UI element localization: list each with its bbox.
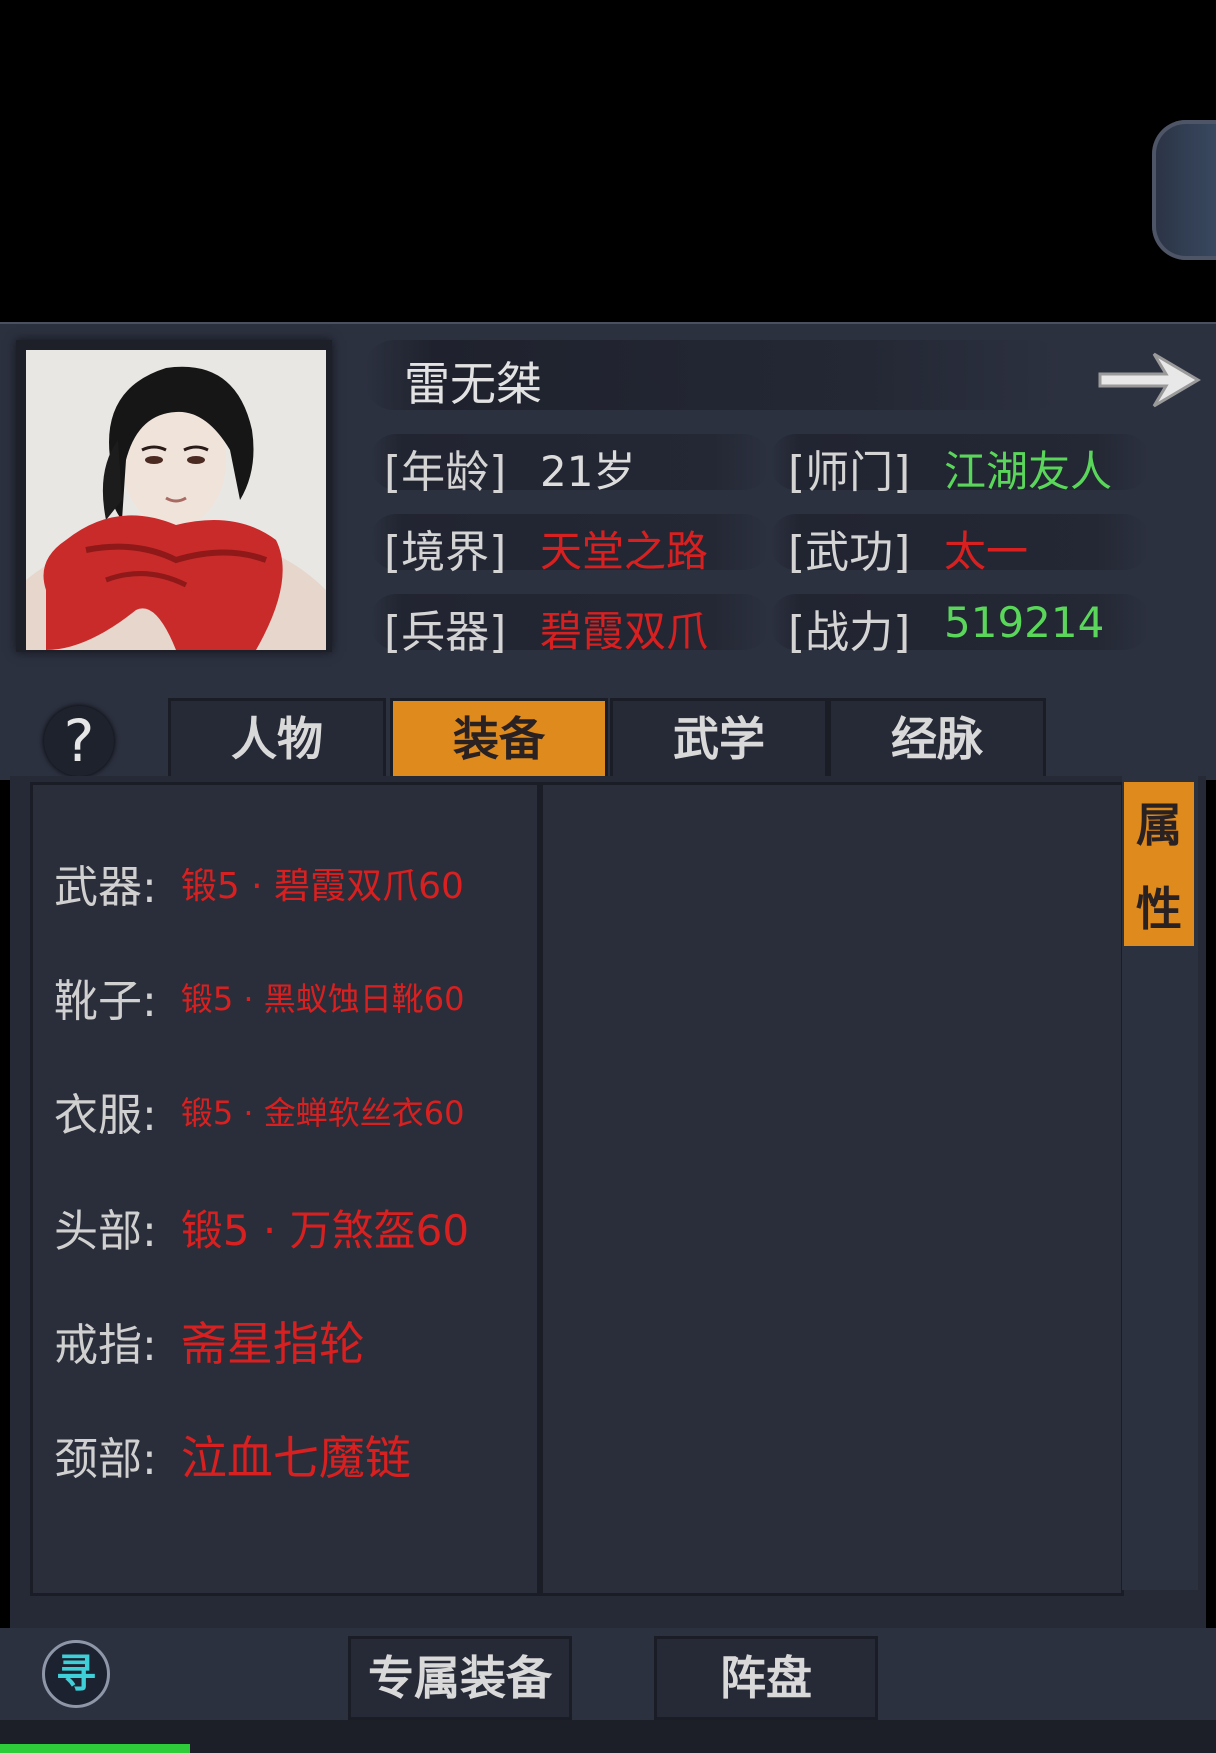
tab-equipment[interactable]: 装备 xyxy=(390,698,608,780)
attributes-button-char: 属 xyxy=(1136,798,1182,852)
exclusive-equipment-button[interactable]: 专属装备 xyxy=(348,1636,572,1720)
next-character-arrow-icon[interactable] xyxy=(1094,344,1204,414)
equip-slot-label: 衣服: xyxy=(54,1090,157,1141)
tab-martial-arts[interactable]: 武学 xyxy=(610,698,828,780)
equip-row-neck[interactable]: 颈部: 泣血七魔链 xyxy=(54,1420,411,1490)
equip-slot-label: 颈部: xyxy=(54,1434,157,1485)
stat-value-martial: 太一 xyxy=(944,527,1029,576)
attributes-button[interactable]: 属 性 xyxy=(1124,782,1194,946)
tab-meridians[interactable]: 经脉 xyxy=(828,698,1046,780)
equip-row-ring[interactable]: 戒指: 斋星指轮 xyxy=(54,1306,365,1376)
stat-value-sect: 江湖友人 xyxy=(944,447,1113,496)
equip-slot-label: 戒指: xyxy=(54,1320,157,1371)
equip-slot-label: 靴子: xyxy=(54,976,157,1027)
stat-value-age: 21岁 xyxy=(540,447,636,496)
search-icon[interactable]: 寻 xyxy=(42,1640,110,1708)
stat-value-weapon: 碧霞双爪 xyxy=(540,607,709,656)
equip-row-boots[interactable]: 靴子: 锻5 · 黑蚁蚀日靴60 xyxy=(54,962,464,1032)
portrait-illustration xyxy=(26,350,326,650)
stat-label-sect: [师门] xyxy=(788,447,911,498)
stat-label-realm: [境界] xyxy=(384,527,507,578)
equip-row-clothes[interactable]: 衣服: 锻5 · 金蝉软丝衣60 xyxy=(54,1076,464,1146)
equip-slot-label: 头部: xyxy=(54,1206,157,1257)
equip-item-name: 锻5 · 黑蚁蚀日靴60 xyxy=(180,980,465,1018)
stat-label-martial: [武功] xyxy=(788,527,911,578)
bottom-bar xyxy=(0,1628,1216,1720)
scroll-menu-widget[interactable] xyxy=(1152,120,1216,260)
progress-indicator xyxy=(0,1744,190,1753)
equipment-detail-panel xyxy=(540,782,1124,1596)
equip-item-name: 锻5 · 碧霞双爪60 xyxy=(180,866,464,907)
tab-character[interactable]: 人物 xyxy=(168,698,386,780)
equip-row-head[interactable]: 头部: 锻5 · 万煞盔60 xyxy=(54,1192,469,1262)
equip-item-name: 锻5 · 万煞盔60 xyxy=(180,1205,470,1255)
equip-item-name: 泣血七魔链 xyxy=(180,1431,411,1485)
stat-value-realm: 天堂之路 xyxy=(540,527,709,576)
equip-item-name: 斋星指轮 xyxy=(180,1317,365,1371)
attributes-button-char: 性 xyxy=(1136,882,1182,936)
help-icon[interactable]: ? xyxy=(44,706,114,776)
formation-button[interactable]: 阵盘 xyxy=(654,1636,878,1720)
equip-row-weapon[interactable]: 武器: 锻5 · 碧霞双爪60 xyxy=(54,848,464,918)
stat-label-age: [年龄] xyxy=(384,447,507,498)
character-portrait xyxy=(26,350,326,650)
stat-label-power: [战力] xyxy=(788,607,911,658)
equip-item-name: 锻5 · 金蝉软丝衣60 xyxy=(180,1094,465,1132)
character-name: 雷无桀 xyxy=(404,357,542,411)
stat-label-weapon: [兵器] xyxy=(384,607,507,658)
stat-value-power: 519214 xyxy=(944,598,1105,647)
equip-slot-label: 武器: xyxy=(54,862,157,913)
